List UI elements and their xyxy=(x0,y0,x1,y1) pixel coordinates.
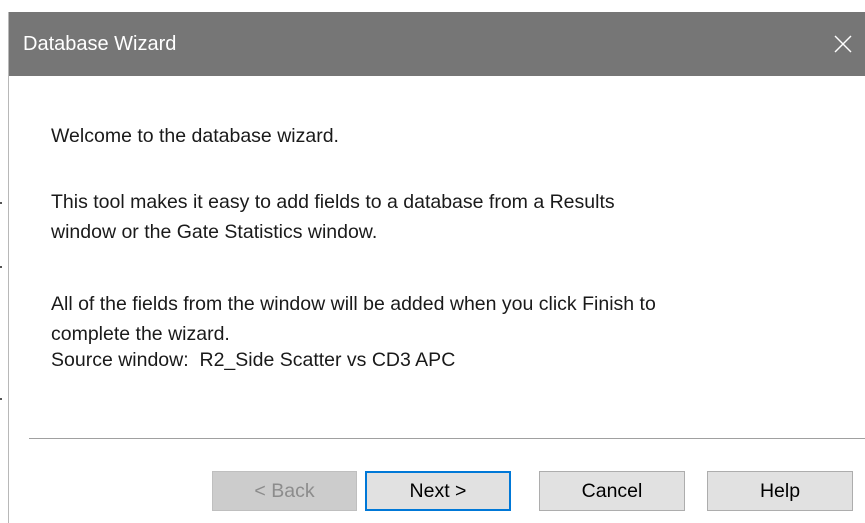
background-window-edge xyxy=(0,12,4,523)
source-window-label: Source window: xyxy=(51,349,189,371)
screen: Database Wizard Welcome to the database … xyxy=(0,0,865,523)
finish-line-2: complete the wizard. xyxy=(51,323,230,345)
edge-mark xyxy=(0,398,2,400)
next-button[interactable]: Next > xyxy=(365,471,511,511)
close-button[interactable] xyxy=(820,12,865,76)
source-window-line: Source window: R2_Side Scatter vs CD3 AP… xyxy=(51,346,455,374)
edge-mark xyxy=(0,202,2,204)
dialog-title: Database Wizard xyxy=(23,33,177,55)
source-window-value: R2_Side Scatter vs CD3 APC xyxy=(199,349,456,371)
back-button[interactable]: < Back xyxy=(212,471,357,511)
welcome-text: Welcome to the database wizard. xyxy=(51,125,339,147)
close-icon xyxy=(834,35,852,53)
edge-mark xyxy=(0,266,2,268)
separator xyxy=(29,438,865,439)
cancel-button[interactable]: Cancel xyxy=(539,471,685,511)
finish-line-1: All of the fields from the window will b… xyxy=(51,293,656,315)
description-line-2: window or the Gate Statistics window. xyxy=(51,221,378,243)
database-wizard-dialog: Database Wizard Welcome to the database … xyxy=(8,12,865,523)
help-button[interactable]: Help xyxy=(707,471,853,511)
description-line-1: This tool makes it easy to add fields to… xyxy=(51,191,615,213)
title-bar[interactable]: Database Wizard xyxy=(9,12,865,76)
